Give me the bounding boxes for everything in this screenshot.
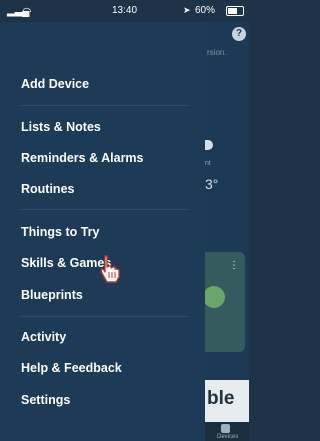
menu-blueprints[interactable]: Blueprints [21,288,83,308]
menu-settings[interactable]: Settings [21,393,70,413]
leaf-icon [205,286,225,308]
menu-routines[interactable]: Routines [21,182,74,202]
background-card: ⋮ [205,252,245,352]
banner-text: ble [207,388,235,409]
menu-divider [21,316,188,317]
menu-lists-notes[interactable]: Lists & Notes [21,120,101,140]
menu-help-feedback[interactable]: Help & Feedback [21,361,122,381]
help-icon[interactable]: ? [232,27,246,41]
menu-add-device[interactable]: Add Device [21,77,89,97]
battery-icon [226,6,244,16]
background-banner: ble [205,380,249,422]
status-time: 13:40 [112,5,138,16]
temperature-text: 3° [205,176,219,192]
hand-pointer-icon [100,255,120,283]
menu-divider [21,105,188,106]
menu-divider [21,209,188,210]
menu-reminders-alarms[interactable]: Reminders & Alarms [21,151,144,171]
background-app: ? rsion. nt 3° ⋮ ble Devices [205,22,249,441]
menu-things-to-try[interactable]: Things to Try [21,225,99,245]
status-bar: ▂▃▄ ◠ 13:40 ➤ 60% [0,0,249,22]
bottom-nav: Devices [205,422,249,441]
more-options-icon: ⋮ [229,260,239,271]
wifi-icon: ◠ [22,6,32,18]
battery-percent: 60% [195,5,216,16]
navigation-drawer: Add Device Lists & Notes Reminders & Ala… [0,22,205,441]
devices-icon [221,424,230,433]
weather-label: nt [205,160,211,167]
version-text: rsion. [207,48,227,57]
location-arrow-icon: ➤ [183,5,191,15]
menu-activity[interactable]: Activity [21,330,66,350]
devices-label: Devices [217,434,239,440]
cloud-icon [205,140,213,150]
